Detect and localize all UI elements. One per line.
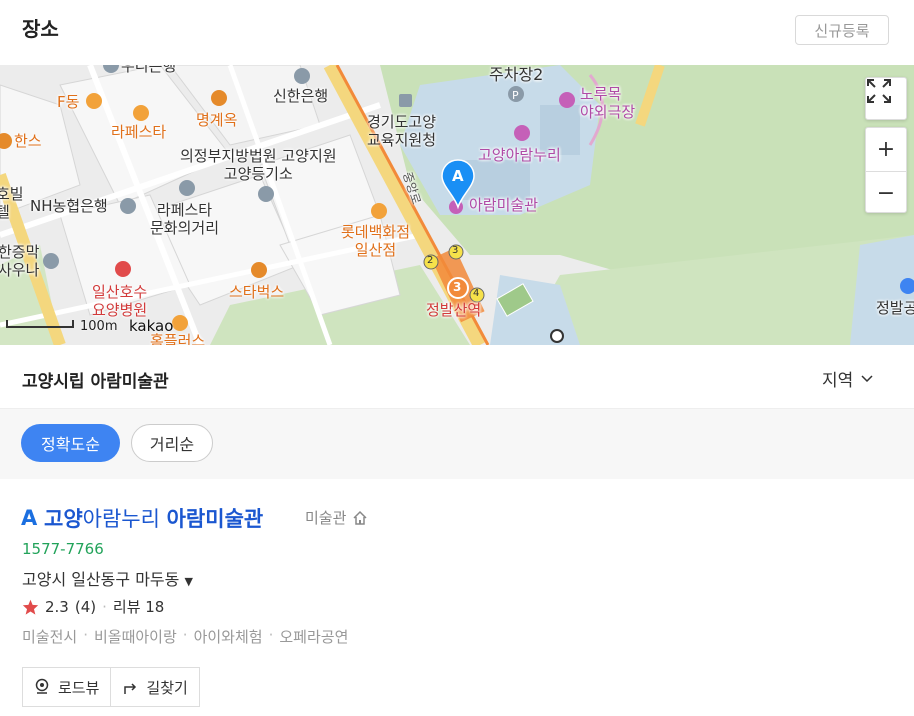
map-label-shinhan: 신한은행 [273,87,329,105]
sort-accuracy-button[interactable]: 정확도순 [21,424,120,462]
map-label-lafesta: 라페스타 [111,123,167,141]
station-icon-right [900,278,914,294]
rating-count: (4) [74,597,97,616]
tag[interactable]: 오페라공연 [279,626,348,647]
map-label-right-edge: 정발공 [876,299,914,317]
sort-bar: 정확도순 거리순 [0,409,914,479]
sauna-icon [43,253,59,269]
svg-text:P: P [512,89,519,102]
place-name-text: 아람누리 [82,507,167,531]
directions-label: 길찾기 [146,678,188,697]
theater-icon [559,92,575,108]
place-category: 미술관 [305,507,368,528]
place-name-highlight: 고양 [44,507,83,531]
map-label-starbucks: 스타벅스 [229,283,285,301]
line-badge: 3 [453,280,462,294]
map-view[interactable]: P 3 2 3 4 A 주차장2 노루목 야외극장 신한은행 경기도고양 교육지… [0,65,914,345]
rating-row: 2.3 (4) · 리뷰 18 [22,596,164,617]
header: 장소 신규등록 [0,0,914,65]
directions-arrow-icon [124,683,137,694]
search-result-item[interactable]: A 고양아람누리 아람미술관 미술관 1577-7766 고양시 일산동구 마두… [0,479,914,716]
hospital-icon [115,261,131,277]
tag-list: 미술전시 · 비올때아이랑 · 아이와체험 · 오페라공연 [22,626,348,647]
map-label-lotte: 롯데백화점 일산점 [341,223,411,259]
chevron-down-icon [861,374,873,382]
action-buttons: 로드뷰 길찾기 [22,667,200,707]
scale-bar [6,320,74,328]
search-query[interactable]: 고양시립 아람미술관 [22,367,169,392]
map-label-theater: 노루목 야외극장 [580,85,636,121]
map-label-museum: 아람미술관 [469,196,539,214]
place-name-link[interactable]: 고양아람누리 아람미술관 [44,503,263,533]
map-label-myeonggyeok: 명계옥 [196,111,238,129]
region-dropdown[interactable]: 지역 [822,366,873,391]
line-badge: 3 [452,245,459,256]
roadview-icon [35,678,49,694]
office-icon [399,94,412,107]
map-label-top-edge: 우리은행 [121,65,177,75]
bank-icon-nh [120,198,136,214]
map-label-hanseu: 한스 [14,132,42,150]
rating-value: 2.3 [45,597,69,616]
zoom-control: + − [865,127,907,213]
phone-number[interactable]: 1577-7766 [22,540,104,558]
shop-icon-f [86,93,102,109]
map-label-sauna: 한증막 사우나 [0,243,40,279]
place-name-highlight: 아람미술관 [166,507,264,531]
map-label-nh: NH농협은행 [30,197,108,215]
shop-icon-lafesta [133,105,149,121]
bank-icon-shinhan [294,68,310,84]
new-registration-button[interactable]: 신규등록 [795,15,889,45]
map-label-left-edge: 호빌 텔 [0,185,24,221]
tag[interactable]: 아이와체험 [194,626,263,647]
review-count[interactable]: 리뷰 18 [113,596,164,617]
directions-button[interactable]: 길찾기 [110,668,198,706]
separator: · [268,626,274,644]
category-label: 미술관 [305,509,347,527]
roadview-button[interactable]: 로드뷰 [23,668,110,706]
map-label-station: 정발산역 [426,301,482,319]
fullscreen-button[interactable] [865,77,907,120]
map-label-edu-office: 경기도고양 교육지원청 [367,113,437,149]
home-icon[interactable] [352,510,368,526]
roadview-label: 로드뷰 [58,678,100,697]
separator: · [182,626,188,644]
map-label-parking: 주차장2 [489,65,544,84]
restaurant-icon [211,90,227,106]
separator: · [102,597,107,616]
separator: · [83,626,88,644]
expand-icon [867,79,891,103]
map-label-hospital: 일산호수 요양병원 [92,283,148,319]
zoom-out-button[interactable]: − [866,171,906,214]
map-label-aramnuri: 고양아람누리 [478,146,561,164]
tag[interactable]: 미술전시 [22,626,77,647]
region-label: 지역 [822,371,854,391]
scale-label: 100m [80,319,118,334]
department-store-icon [371,203,387,219]
kakao-logo: kakao [129,317,174,335]
line-badge: 2 [427,255,434,266]
map-label-f-dong: F동 [57,93,80,111]
search-bar: 고양시립 아람미술관 지역 [0,345,914,409]
address[interactable]: 고양시 일산동구 마두동 ▼ [22,566,193,590]
sort-distance-button[interactable]: 거리순 [131,424,213,462]
line-badge: 4 [473,288,480,299]
zoom-in-button[interactable]: + [866,128,906,171]
map-label-culture-street: 라페스타 문화의거리 [150,201,220,237]
tag[interactable]: 비올때아이랑 [94,626,177,647]
address-text: 고양시 일산동구 마두동 [22,570,180,589]
location-dot-icon [550,329,564,343]
result-marker-letter: A [21,506,38,530]
star-icon [22,599,39,615]
restaurant-icon-hanseu [0,133,12,149]
registry-icon [258,186,274,202]
caret-down-icon: ▼ [184,575,193,588]
shop-icon-bottom [172,315,188,331]
bank-icon-edge [103,65,119,73]
cafe-icon [251,262,267,278]
map-label-court: 의정부지방법원 고양지원 고양등기소 [180,147,337,183]
marker-letter: A [452,167,464,185]
culture-icon-aram [514,125,530,141]
page-title: 장소 [22,17,59,41]
